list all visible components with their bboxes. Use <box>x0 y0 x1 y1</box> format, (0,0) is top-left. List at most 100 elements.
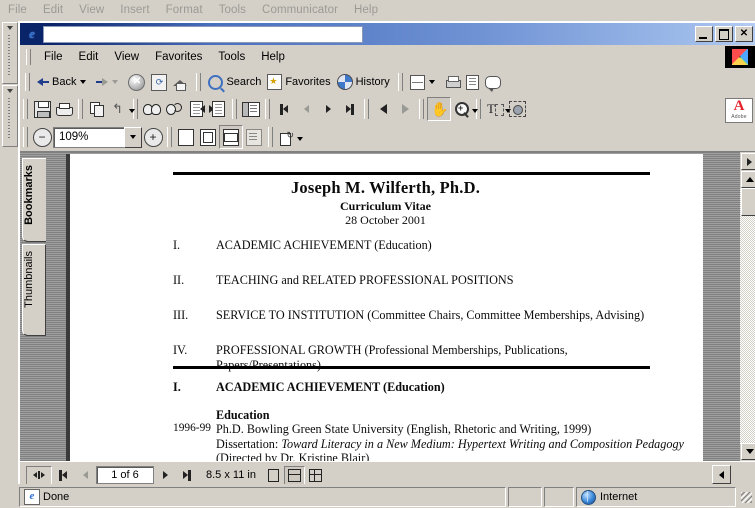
pdf-next-page-button[interactable] <box>317 98 339 120</box>
pdf-go-back-button[interactable] <box>372 98 394 120</box>
tab-bookmarks[interactable]: Bookmarks <box>22 158 47 242</box>
stop-button[interactable]: ✕ <box>125 71 148 93</box>
chevron-down-icon[interactable] <box>112 80 119 84</box>
forward-button[interactable] <box>93 71 125 93</box>
toolbar-grip[interactable] <box>25 73 30 91</box>
toolbar-grip[interactable] <box>196 73 202 91</box>
host-menu-help[interactable]: Help <box>346 3 386 17</box>
acrobat-toolbar-grip[interactable] <box>78 99 83 119</box>
pane-splitter-button[interactable] <box>26 465 52 485</box>
zoom-in-button[interactable]: + <box>142 126 164 148</box>
acrobat-toolbar-grip[interactable] <box>265 99 270 119</box>
horizontal-scroll-left-button[interactable] <box>712 465 731 484</box>
pdf-search-button[interactable] <box>163 98 185 120</box>
zoom-out-button[interactable]: − <box>31 126 53 148</box>
acrobat-toolbar-grip[interactable] <box>232 99 237 119</box>
print-button[interactable] <box>442 71 463 93</box>
host-menu-communicator[interactable]: Communicator <box>254 3 346 17</box>
page-number-field[interactable]: 1 of 6 <box>96 466 154 484</box>
scrollbar-thumb[interactable] <box>741 188 755 216</box>
acrobat-toolbar-grip[interactable] <box>268 127 273 147</box>
expand-pane-button[interactable] <box>741 153 755 170</box>
pdf-undo-button[interactable]: ↰ <box>108 98 135 120</box>
toolbar-grip-handle-2[interactable] <box>2 85 18 147</box>
status-last-page-button[interactable] <box>176 464 198 486</box>
reflow-button[interactable] <box>243 126 265 148</box>
chevron-down-icon[interactable] <box>428 80 435 84</box>
pdf-hand-tool-button[interactable]: ✋ <box>427 97 451 121</box>
security-zone-cell[interactable]: Internet <box>576 487 736 507</box>
scrollbar-track[interactable] <box>740 188 755 444</box>
refresh-button[interactable]: ⟳ <box>148 71 170 93</box>
pdf-previous-page-button[interactable] <box>295 98 317 120</box>
host-menu-edit[interactable]: Edit <box>35 3 71 17</box>
single-page-view-button[interactable] <box>263 466 283 484</box>
discuss-button[interactable] <box>482 71 504 93</box>
status-previous-page-button[interactable] <box>74 464 96 486</box>
host-menu-file[interactable]: File <box>0 3 35 17</box>
minimize-button[interactable] <box>695 26 713 42</box>
fit-in-window-button[interactable] <box>197 126 219 148</box>
pdf-print-button[interactable] <box>53 98 75 120</box>
menu-file[interactable]: File <box>36 49 71 65</box>
maximize-button[interactable] <box>715 26 733 42</box>
edit-button[interactable] <box>463 71 482 93</box>
pdf-zoom-tool-button[interactable]: + <box>451 98 478 120</box>
chevron-down-icon[interactable] <box>297 137 303 141</box>
fit-width-button[interactable] <box>219 125 243 149</box>
pdf-copy-button[interactable] <box>86 98 108 120</box>
pdf-go-forward-button[interactable] <box>394 98 416 120</box>
rotate-view-button[interactable] <box>276 126 303 148</box>
history-button[interactable]: History <box>334 71 393 93</box>
pdf-find-previous-button[interactable] <box>185 98 207 120</box>
acrobat-toolbar-grip[interactable] <box>167 127 172 147</box>
acrobat-toolbar-grip[interactable] <box>419 99 424 119</box>
pdf-last-page-button[interactable] <box>339 98 361 120</box>
acrobat-toolbar-grip[interactable] <box>23 127 28 147</box>
actual-size-button[interactable] <box>175 126 197 148</box>
chevron-down-icon[interactable] <box>472 109 478 113</box>
acrobat-toolbar-grip[interactable] <box>364 99 369 119</box>
pdf-find-next-button[interactable] <box>207 98 229 120</box>
zoom-level-input[interactable]: 109% <box>53 126 124 148</box>
resize-grip[interactable] <box>739 490 753 504</box>
document-viewport[interactable]: Joseph M. Wilferth, Ph.D. Curriculum Vit… <box>46 152 740 462</box>
pdf-first-page-button[interactable] <box>273 98 295 120</box>
menu-favorites[interactable]: Favorites <box>147 49 210 65</box>
close-button[interactable]: ✕ <box>735 26 753 42</box>
pdf-text-select-button[interactable]: T <box>484 98 511 120</box>
status-next-page-button[interactable] <box>154 464 176 486</box>
menu-edit[interactable]: Edit <box>71 49 107 65</box>
menu-tools[interactable]: Tools <box>210 49 253 65</box>
pdf-save-button[interactable] <box>31 98 53 120</box>
pdf-find-button[interactable] <box>141 98 163 120</box>
menu-help[interactable]: Help <box>253 49 293 65</box>
mail-button[interactable] <box>407 71 442 93</box>
search-pdf-icon <box>166 102 182 116</box>
chevron-down-icon[interactable] <box>129 109 135 113</box>
back-button[interactable]: Back <box>34 71 93 93</box>
status-first-page-button[interactable] <box>52 464 74 486</box>
toolbar-grip-handle-1[interactable] <box>2 22 18 84</box>
acrobat-toolbar-grip[interactable] <box>23 99 28 119</box>
host-menu-insert[interactable]: Insert <box>112 3 157 17</box>
zoom-level-dropdown[interactable] <box>124 126 142 148</box>
continuous-facing-view-button[interactable] <box>305 466 325 484</box>
search-button[interactable]: Search <box>205 71 264 93</box>
host-menu-view[interactable]: View <box>71 3 112 17</box>
favorites-button[interactable]: ★ Favorites <box>264 71 333 93</box>
chevron-down-icon[interactable] <box>80 80 87 84</box>
pdf-navigation-pane-button[interactable] <box>240 98 262 120</box>
host-menu-tools[interactable]: Tools <box>211 3 254 17</box>
host-menu-format[interactable]: Format <box>158 3 211 17</box>
home-button[interactable] <box>170 71 191 93</box>
scroll-up-button[interactable] <box>741 171 755 188</box>
menu-view[interactable]: View <box>106 49 147 65</box>
document-vertical-scrollbar[interactable] <box>740 152 755 462</box>
toolbar-grip[interactable] <box>397 73 403 91</box>
scroll-down-button[interactable] <box>741 443 755 460</box>
pdf-graphics-select-button[interactable] <box>506 98 528 120</box>
menubar-grip[interactable] <box>26 49 31 65</box>
tab-thumbnails[interactable]: Thumbnails <box>22 244 46 336</box>
continuous-view-button[interactable] <box>283 465 305 485</box>
